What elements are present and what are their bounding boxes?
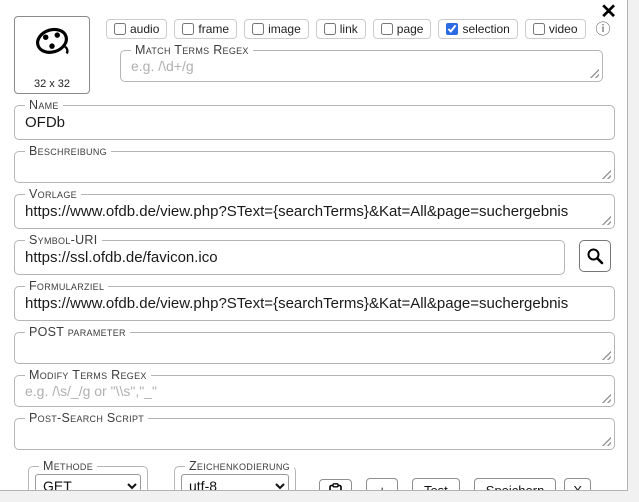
name-fieldset: Name	[14, 98, 615, 140]
modify-terms-regex-legend: Modify Terms Regex	[25, 368, 151, 382]
link-label: link	[340, 22, 358, 36]
favicon-preview: 32 x 32	[14, 16, 90, 94]
zeichenkodierung-fieldset: Zeichenkodierung utf-8	[174, 459, 296, 491]
page-background: ✕ 32 x 32 audi	[0, 0, 639, 502]
image-label: image	[268, 22, 301, 36]
zeichenkodierung-legend: Zeichenkodierung	[185, 459, 294, 473]
content-type-audio[interactable]: audio	[106, 19, 167, 39]
frame-checkbox[interactable]	[182, 23, 194, 35]
symbol-uri-legend: Symbol-URI	[25, 233, 102, 247]
post-search-script-fieldset: Post-Search Script	[14, 411, 615, 450]
name-legend: Name	[25, 98, 63, 112]
page-label: page	[397, 22, 424, 36]
methode-select[interactable]: GET	[35, 474, 141, 491]
content-type-video[interactable]: video	[525, 19, 586, 39]
search-engine-edit-dialog: ✕ 32 x 32 audi	[0, 0, 628, 491]
vorlage-legend: Vorlage	[25, 187, 81, 201]
match-terms-regex-legend: Match Terms Regex	[131, 43, 253, 57]
match-terms-regex-fieldset: Match Terms Regex	[120, 43, 603, 82]
vorlage-input[interactable]	[21, 201, 608, 223]
vorlage-fieldset: Vorlage	[14, 187, 615, 229]
post-parameter-fieldset: POST parameter	[14, 325, 615, 364]
link-checkbox[interactable]	[324, 23, 336, 35]
symbol-uri-input[interactable]	[21, 247, 558, 269]
page-checkbox[interactable]	[381, 23, 393, 35]
beschreibung-input[interactable]	[21, 158, 608, 177]
image-checkbox[interactable]	[252, 23, 264, 35]
audio-checkbox[interactable]	[114, 23, 126, 35]
content-type-image[interactable]: image	[244, 19, 309, 39]
modify-terms-regex-fieldset: Modify Terms Regex	[14, 368, 615, 407]
video-label: video	[549, 22, 578, 36]
formularziel-input[interactable]	[21, 293, 608, 315]
icon-size-label: 32 x 32	[34, 78, 70, 90]
post-search-script-legend: Post-Search Script	[25, 411, 148, 425]
action-buttons: + Test Speichern X	[319, 478, 615, 491]
name-input[interactable]	[21, 112, 608, 134]
close-icon[interactable]: ✕	[600, 2, 617, 22]
content-type-link[interactable]: link	[316, 19, 366, 39]
bottom-row: Methode GET Zeichenkodierung utf-8	[14, 455, 615, 491]
magnifier-icon	[586, 247, 604, 265]
video-checkbox[interactable]	[533, 23, 545, 35]
frame-label: frame	[198, 22, 229, 36]
content-type-row: audio frame image link	[106, 18, 615, 39]
test-button[interactable]: Test	[412, 478, 460, 491]
match-terms-regex-input[interactable]	[127, 57, 596, 76]
selection-label: selection	[462, 22, 509, 36]
content-type-frame[interactable]: frame	[174, 19, 237, 39]
beschreibung-fieldset: Beschreibung	[14, 144, 615, 183]
copy-button[interactable]	[319, 479, 352, 491]
formularziel-legend: Formularziel	[25, 279, 108, 293]
formularziel-fieldset: Formularziel	[14, 279, 615, 321]
save-button[interactable]: Speichern	[474, 478, 557, 491]
top-right-column: audio frame image link	[106, 16, 615, 94]
beschreibung-legend: Beschreibung	[25, 144, 111, 158]
audio-label: audio	[130, 22, 159, 36]
ofdb-logo-icon	[31, 22, 73, 64]
content-type-page[interactable]: page	[373, 19, 432, 39]
methode-fieldset: Methode GET	[28, 459, 148, 491]
selection-checkbox[interactable]	[446, 23, 458, 35]
content-type-selection[interactable]: selection	[438, 19, 517, 39]
add-button[interactable]: +	[366, 478, 398, 491]
methode-legend: Methode	[39, 459, 97, 473]
modify-terms-regex-input[interactable]	[21, 382, 608, 401]
symbol-uri-row: Symbol-URI	[0, 229, 615, 275]
post-parameter-input[interactable]	[21, 339, 608, 358]
post-parameter-legend: POST parameter	[25, 325, 130, 339]
symbol-uri-fieldset: Symbol-URI	[14, 233, 565, 275]
fetch-icon-button[interactable]	[579, 240, 611, 272]
cancel-button[interactable]: X	[564, 478, 591, 491]
top-row: 32 x 32 audio frame image	[0, 0, 627, 94]
zeichenkodierung-select[interactable]: utf-8	[181, 474, 289, 491]
clipboard-icon	[328, 483, 343, 491]
post-search-script-input[interactable]	[21, 425, 608, 444]
